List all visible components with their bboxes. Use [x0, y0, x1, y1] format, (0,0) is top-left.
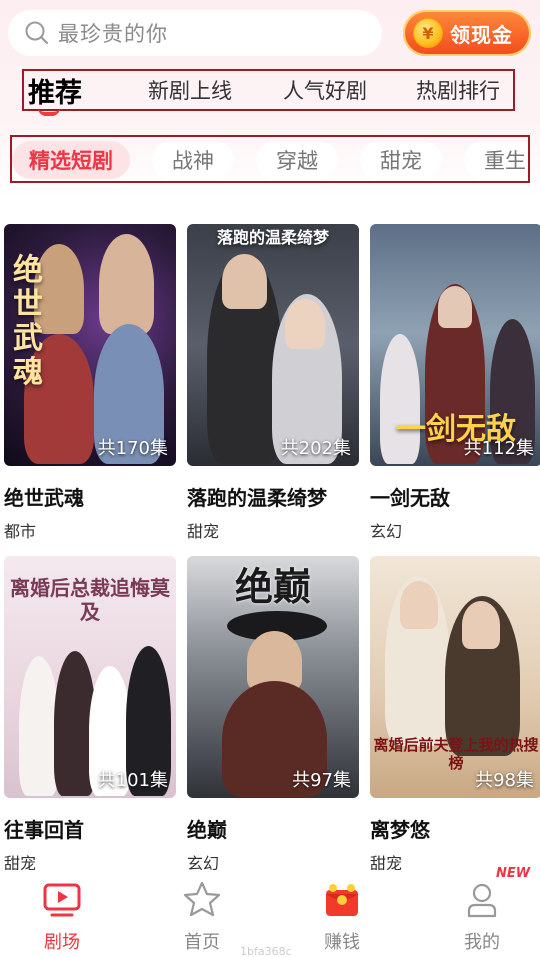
- episode-count: 共170集: [97, 438, 168, 459]
- claim-cash-label: 领现金: [450, 22, 513, 47]
- star-icon: [183, 881, 221, 917]
- drama-genre: 甜宠: [187, 522, 220, 541]
- drama-title: 一剑无敌: [370, 486, 450, 510]
- category-time-travel[interactable]: 穿越: [256, 141, 338, 179]
- main-tab-bar: 推荐 新剧上线 人气好剧 热剧排行: [22, 69, 515, 111]
- tab-popular[interactable]: 人气好剧: [283, 71, 367, 109]
- episode-count: 共202集: [280, 438, 351, 459]
- episode-count: 共97集: [292, 770, 351, 791]
- tab-new-releases[interactable]: 新剧上线: [148, 71, 232, 109]
- drama-poster[interactable]: 离婚后前夫登上我的热搜榜 共98集: [370, 556, 540, 798]
- drama-title: 绝巅: [187, 818, 227, 842]
- claim-cash-button[interactable]: ¥ 领现金: [403, 10, 531, 56]
- category-tab-bar: 精选短剧 战神 穿越 甜宠 重生: [10, 135, 530, 183]
- tab-ranking[interactable]: 热剧排行: [416, 71, 500, 109]
- poster-title: 绝巅: [234, 564, 311, 609]
- nav-home[interactable]: 首页: [152, 870, 252, 957]
- red-envelope-icon: [326, 884, 358, 916]
- poster-title: 绝世武魂: [13, 253, 43, 390]
- drama-genre: 玄幻: [370, 522, 403, 541]
- episode-count: 共98集: [475, 770, 534, 791]
- drama-title: 绝世武魂: [4, 486, 84, 510]
- category-rebirth[interactable]: 重生: [464, 141, 528, 179]
- nav-earn[interactable]: 赚钱: [292, 870, 392, 957]
- user-icon: [467, 883, 497, 918]
- drama-poster[interactable]: 绝世武魂 共170集: [4, 224, 176, 466]
- search-icon: [25, 21, 49, 45]
- coin-icon: ¥: [413, 18, 443, 48]
- nav-theater-label: 剧场: [44, 932, 80, 953]
- drama-poster[interactable]: 一剑无敌 共112集: [370, 224, 540, 466]
- drama-title: 往事回首: [4, 818, 84, 842]
- drama-genre: 都市: [4, 522, 37, 541]
- episode-count: 共112集: [463, 438, 534, 459]
- tab-recommend[interactable]: 推荐: [28, 71, 82, 109]
- search-bar[interactable]: 最珍贵的你: [8, 10, 382, 56]
- poster-title: 离婚后总裁追悔莫及: [10, 576, 170, 624]
- drama-poster[interactable]: 落跑的温柔绮梦 共202集: [187, 224, 359, 466]
- episode-count: 共101集: [97, 770, 168, 791]
- category-featured[interactable]: 精选短剧: [12, 141, 130, 179]
- poster-title: 落跑的温柔绮梦: [216, 228, 329, 247]
- drama-poster[interactable]: 离婚后总裁追悔莫及 共101集: [4, 556, 176, 798]
- nav-home-label: 首页: [184, 932, 220, 953]
- nav-profile[interactable]: 我的: [432, 870, 532, 957]
- drama-poster[interactable]: 绝巅 共97集: [187, 556, 359, 798]
- category-war-god[interactable]: 战神: [152, 141, 234, 179]
- new-badge: NEW: [496, 866, 531, 881]
- watermark: 1bfa368c: [240, 945, 292, 957]
- drama-title: 落跑的温柔绮梦: [187, 486, 327, 510]
- nav-earn-label: 赚钱: [324, 932, 360, 953]
- bottom-nav: 剧场 首页 赚钱 我的: [0, 870, 540, 957]
- category-sweet-romance[interactable]: 甜宠: [360, 141, 442, 179]
- search-placeholder: 最珍贵的你: [58, 22, 168, 46]
- drama-title: 离梦悠: [370, 818, 430, 842]
- nav-profile-label: 我的: [464, 932, 500, 953]
- nav-theater[interactable]: 剧场: [12, 870, 112, 957]
- play-screen-icon: [43, 883, 81, 917]
